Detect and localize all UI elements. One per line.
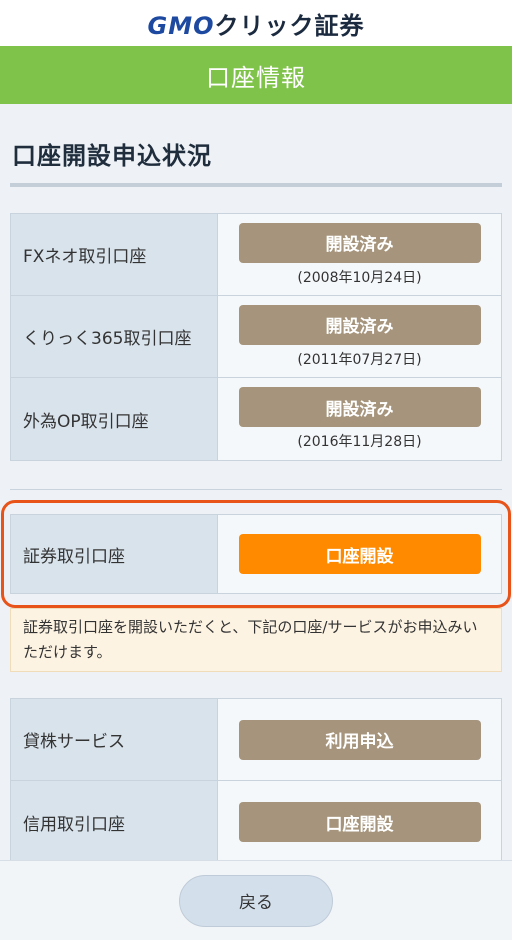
logo-brand-text: クリック証券	[214, 11, 365, 40]
page-title-bar: 口座情報	[0, 46, 512, 104]
account-row-fx-neo: FXネオ取引口座 開設済み (2008年10月24日)	[11, 214, 501, 296]
gmo-click-logo: GMOクリック証券	[148, 6, 365, 41]
section-title: 口座開設申込状況	[12, 142, 212, 170]
back-button[interactable]: 戻る	[179, 874, 333, 927]
account-status-cell: 開設済み (2008年10月24日)	[218, 214, 501, 295]
opened-accounts-table: FXネオ取引口座 開設済み (2008年10月24日) くりっく365取引口座 …	[10, 213, 502, 461]
service-label: 信用取引口座	[11, 781, 218, 863]
account-label: くりっく365取引口座	[11, 296, 218, 377]
service-action-cell: 利用申込	[218, 699, 501, 780]
apply-service-button[interactable]: 利用申込	[238, 719, 481, 760]
highlight-frame	[1, 500, 511, 608]
main-content: 口座開設申込状況 FXネオ取引口座 開設済み (2008年10月24日) くりっ…	[0, 104, 512, 864]
opened-date: (2016年11月28日)	[297, 434, 422, 450]
info-note: 証券取引口座を開設いただくと、下記の口座/サービスがお申込みいただけます。	[10, 608, 502, 672]
account-label: FXネオ取引口座	[11, 214, 218, 295]
opened-status-button[interactable]: 開設済み	[238, 387, 481, 427]
account-status-cell: 開設済み (2011年07月27日)	[218, 296, 501, 377]
section-divider	[10, 183, 502, 187]
services-table: 貸株サービス 利用申込 信用取引口座 口座開設	[10, 698, 502, 864]
opened-date: (2008年10月24日)	[297, 269, 422, 286]
page-title: 口座情報	[206, 63, 306, 92]
account-row-fx-option: 外為OP取引口座 開設済み (2016年11月28日)	[11, 378, 501, 460]
service-row-margin: 信用取引口座 口座開設	[11, 781, 501, 863]
service-row-stock-lending: 貸株サービス 利用申込	[11, 699, 501, 781]
service-action-cell: 口座開設	[218, 781, 501, 863]
opened-date: (2011年07月27日)	[297, 351, 422, 368]
open-margin-account-button[interactable]: 口座開設	[238, 802, 481, 842]
securities-highlight: 証券取引口座 口座開設	[1, 500, 511, 608]
account-status-cell: 開設済み (2016年11月28日)	[218, 378, 501, 460]
service-label: 貸株サービス	[11, 699, 218, 780]
logo-gmo-text: GMO	[147, 11, 215, 40]
app-header: GMOクリック証券	[0, 0, 512, 46]
opened-status-button[interactable]: 開設済み	[238, 304, 481, 345]
table-divider	[10, 489, 502, 490]
opened-status-button[interactable]: 開設済み	[238, 222, 481, 263]
footer-bar: 戻る	[0, 860, 512, 940]
account-label: 外為OP取引口座	[11, 378, 218, 460]
account-row-click365: くりっく365取引口座 開設済み (2011年07月27日)	[11, 296, 501, 378]
